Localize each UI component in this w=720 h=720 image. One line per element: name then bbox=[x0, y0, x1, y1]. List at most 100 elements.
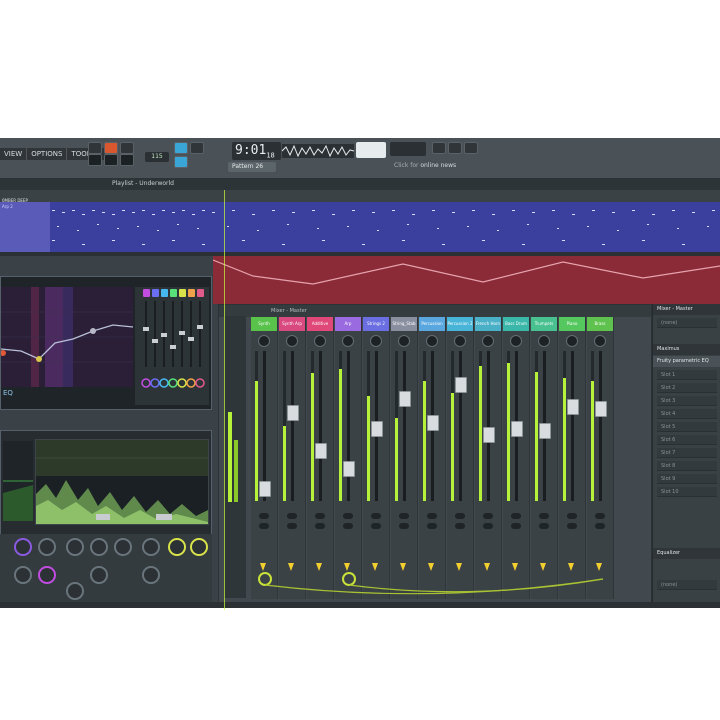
mute-button[interactable] bbox=[371, 513, 381, 519]
knob-2[interactable] bbox=[38, 538, 56, 556]
mixer-channel-name[interactable]: Bass Drum bbox=[503, 317, 529, 331]
panel-output[interactable]: (none) bbox=[657, 580, 717, 590]
effect-slot[interactable]: Slot 5 bbox=[657, 422, 717, 432]
solo-button[interactable] bbox=[399, 523, 409, 529]
pan-knob[interactable] bbox=[342, 335, 354, 347]
solo-button[interactable] bbox=[539, 523, 549, 529]
volume-fader[interactable] bbox=[595, 401, 607, 417]
pan-knob[interactable] bbox=[566, 335, 578, 347]
volume-fader[interactable] bbox=[511, 421, 523, 437]
effect-slot[interactable]: Slot 6 bbox=[657, 435, 717, 445]
knob-5[interactable] bbox=[114, 538, 132, 556]
mixer-channel[interactable]: Synth Arp bbox=[279, 317, 306, 599]
volume-fader[interactable] bbox=[315, 443, 327, 459]
effect-slot[interactable]: Slot 8 bbox=[657, 461, 717, 471]
solo-button[interactable] bbox=[315, 523, 325, 529]
pan-knob[interactable] bbox=[510, 335, 522, 347]
pan-knob[interactable] bbox=[482, 335, 494, 347]
volume-fader[interactable] bbox=[399, 391, 411, 407]
knob-12[interactable] bbox=[142, 566, 160, 584]
menu-view[interactable]: VIEW bbox=[0, 148, 28, 160]
solo-button[interactable] bbox=[427, 523, 437, 529]
analyzer-display[interactable] bbox=[35, 439, 209, 525]
solo-button[interactable] bbox=[371, 523, 381, 529]
pan-knob[interactable] bbox=[258, 335, 270, 347]
effect-slot[interactable]: Slot 3 bbox=[657, 396, 717, 406]
solo-button[interactable] bbox=[595, 523, 605, 529]
mixer-channel[interactable]: Percussion 2 bbox=[447, 317, 474, 599]
mute-button[interactable] bbox=[595, 513, 605, 519]
metronome-button[interactable] bbox=[174, 142, 188, 154]
mute-button[interactable] bbox=[343, 513, 353, 519]
knob-4[interactable] bbox=[90, 538, 108, 556]
pan-knob[interactable] bbox=[538, 335, 550, 347]
knob-11[interactable] bbox=[90, 566, 108, 584]
mixer-channel-name[interactable]: Trumpets bbox=[531, 317, 557, 331]
mute-button[interactable] bbox=[455, 513, 465, 519]
volume-fader[interactable] bbox=[343, 461, 355, 477]
playlist-ruler[interactable] bbox=[0, 190, 720, 202]
mixer-channel[interactable]: Brass bbox=[587, 317, 614, 599]
eq-graph[interactable] bbox=[0, 287, 134, 387]
mixer-channel-name[interactable]: Additive bbox=[307, 317, 333, 331]
knob-6[interactable] bbox=[142, 538, 160, 556]
play-button[interactable] bbox=[88, 154, 102, 166]
mixer-channel[interactable]: Piano bbox=[559, 317, 586, 599]
mixer-channel-name[interactable]: Percussion 2 bbox=[447, 317, 473, 331]
volume-fader[interactable] bbox=[567, 399, 579, 415]
mixer-channel-name[interactable]: French Horn bbox=[475, 317, 501, 331]
knob-3[interactable] bbox=[66, 538, 84, 556]
mixer-channel[interactable]: French Horn bbox=[475, 317, 502, 599]
mute-button[interactable] bbox=[539, 513, 549, 519]
mixer-channel[interactable]: Strings 2 bbox=[363, 317, 390, 599]
mixer-channel[interactable]: Synth bbox=[251, 317, 278, 599]
solo-button[interactable] bbox=[259, 523, 269, 529]
effect-slot[interactable]: Slot 4 bbox=[657, 409, 717, 419]
knob-9[interactable] bbox=[14, 566, 32, 584]
snap-button[interactable] bbox=[174, 156, 188, 168]
mute-button[interactable] bbox=[427, 513, 437, 519]
mixer-channel-name[interactable]: Synth bbox=[251, 317, 277, 331]
mixer-channel-name[interactable]: String_Stab bbox=[391, 317, 417, 331]
pan-knob[interactable] bbox=[286, 335, 298, 347]
eq-band-sliders[interactable] bbox=[135, 287, 209, 405]
knob-8[interactable] bbox=[190, 538, 208, 556]
knob-13[interactable] bbox=[66, 582, 84, 600]
pan-knob[interactable] bbox=[314, 335, 326, 347]
volume-fader[interactable] bbox=[455, 377, 467, 393]
master-channel[interactable] bbox=[224, 316, 246, 598]
solo-button[interactable] bbox=[483, 523, 493, 529]
playhead-marker[interactable] bbox=[224, 190, 225, 610]
mute-button[interactable] bbox=[259, 513, 269, 519]
pat-button[interactable] bbox=[104, 142, 118, 154]
mixer-channel-name[interactable]: Strings 2 bbox=[363, 317, 389, 331]
mute-button[interactable] bbox=[399, 513, 409, 519]
pan-knob[interactable] bbox=[594, 335, 606, 347]
solo-button[interactable] bbox=[567, 523, 577, 529]
stop-button[interactable] bbox=[104, 154, 118, 166]
panel-maximus[interactable]: Maximus bbox=[653, 344, 720, 355]
power-icon[interactable] bbox=[432, 142, 446, 154]
effect-slot[interactable]: Slot 1 bbox=[657, 370, 717, 380]
mixer-channel-name[interactable]: Piano bbox=[559, 317, 585, 331]
panel-effect-title[interactable]: Fruity parametric EQ bbox=[653, 356, 720, 367]
solo-button[interactable] bbox=[287, 523, 297, 529]
mixer-channel[interactable]: Arp bbox=[335, 317, 362, 599]
mute-button[interactable] bbox=[483, 513, 493, 519]
volume-fader[interactable] bbox=[259, 481, 271, 497]
clock-icon[interactable] bbox=[448, 142, 462, 154]
mixer-channel[interactable]: Additive bbox=[307, 317, 334, 599]
online-news-link[interactable]: Click for online news bbox=[394, 160, 474, 172]
mute-button[interactable] bbox=[315, 513, 325, 519]
volume-fader[interactable] bbox=[539, 423, 551, 439]
time-display[interactable]: 9:0118 bbox=[232, 142, 281, 160]
pan-knob[interactable] bbox=[398, 335, 410, 347]
mixer-channel[interactable]: String_Stab bbox=[391, 317, 418, 599]
pan-knob[interactable] bbox=[370, 335, 382, 347]
effect-slot[interactable]: Slot 10 bbox=[657, 487, 717, 497]
pattern-song-toggle[interactable] bbox=[88, 142, 102, 154]
menu-options[interactable]: OPTIONS bbox=[27, 148, 68, 160]
knob-10[interactable] bbox=[38, 566, 56, 584]
solo-button[interactable] bbox=[343, 523, 353, 529]
help-icon[interactable] bbox=[464, 142, 478, 154]
